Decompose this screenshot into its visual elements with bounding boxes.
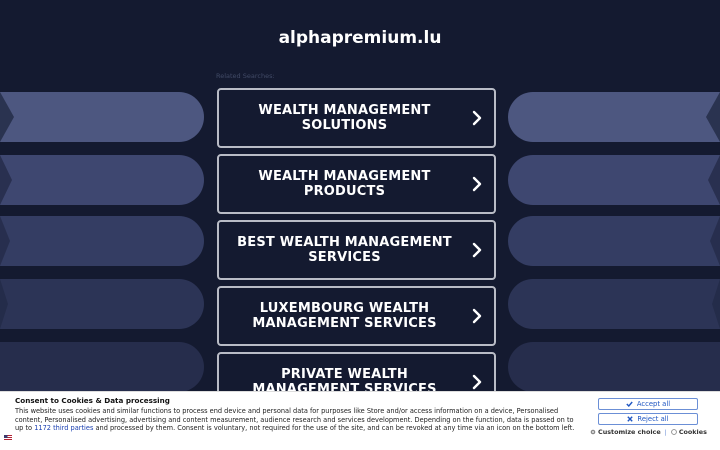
related-link-label: LUXEMBOURG WEALTH MANAGEMENT SERVICES <box>252 301 437 331</box>
decor-shape-right <box>508 279 720 329</box>
related-link-label: BEST WEALTH MANAGEMENT SERVICES <box>237 235 452 265</box>
check-icon <box>626 401 633 407</box>
consent-text: This website uses cookies and similar fu… <box>15 407 581 433</box>
chevron-right-icon <box>472 176 482 192</box>
flag-icon[interactable] <box>4 435 12 441</box>
decor-shape-right <box>508 342 720 392</box>
related-link-wealth-management-solutions[interactable]: WEALTH MANAGEMENT SOLUTIONS <box>217 88 496 148</box>
decor-shape-left <box>0 216 204 266</box>
decor-shape-right <box>508 155 720 205</box>
chevron-right-icon <box>472 374 482 390</box>
cookie-icon <box>670 429 677 435</box>
decor-shape-right <box>508 92 720 142</box>
related-link-best-wealth-management-services[interactable]: BEST WEALTH MANAGEMENT SERVICES <box>217 220 496 280</box>
third-parties-link[interactable]: 1172 third parties <box>34 424 93 432</box>
accept-all-label: Accept all <box>636 400 671 408</box>
page: alphapremium.lu Related Searches: WEALTH… <box>0 0 720 450</box>
separator: | <box>664 428 667 436</box>
close-icon <box>627 416 634 422</box>
gear-icon <box>590 429 596 435</box>
chevron-right-icon <box>472 242 482 258</box>
chevron-right-icon <box>472 308 482 324</box>
consent-title: Consent to Cookies & Data processing <box>15 396 170 405</box>
consent-text-after: and processed by them. Consent is volunt… <box>93 424 575 433</box>
related-link-label: WEALTH MANAGEMENT PRODUCTS <box>258 169 431 199</box>
cookies-link[interactable]: Cookies <box>679 428 707 436</box>
accept-all-button[interactable]: Accept all <box>598 398 698 410</box>
chevron-right-icon <box>472 110 482 126</box>
decor-edge-left <box>0 92 14 329</box>
related-link-wealth-management-products[interactable]: WEALTH MANAGEMENT PRODUCTS <box>217 154 496 214</box>
domain-title: alphapremium.lu <box>278 28 442 48</box>
decor-shape-left <box>0 342 204 392</box>
reject-all-label: Reject all <box>637 415 669 423</box>
related-searches-label: Related Searches: <box>216 72 275 80</box>
related-link-label: WEALTH MANAGEMENT SOLUTIONS <box>258 103 431 133</box>
customize-choice-link[interactable]: Customize choice <box>598 428 661 436</box>
cookie-consent-banner: Consent to Cookies & Data processing Thi… <box>0 391 720 450</box>
decor-shape-left <box>0 279 204 329</box>
decor-edge-right <box>706 92 720 329</box>
decor-shape-right <box>508 216 720 266</box>
reject-all-button[interactable]: Reject all <box>598 413 698 425</box>
related-link-luxembourg-wealth-management-services[interactable]: LUXEMBOURG WEALTH MANAGEMENT SERVICES <box>217 286 496 346</box>
consent-footer-links: Customize choice | Cookies <box>590 428 707 436</box>
decor-shape-left <box>0 92 204 142</box>
decor-shape-left <box>0 155 204 205</box>
